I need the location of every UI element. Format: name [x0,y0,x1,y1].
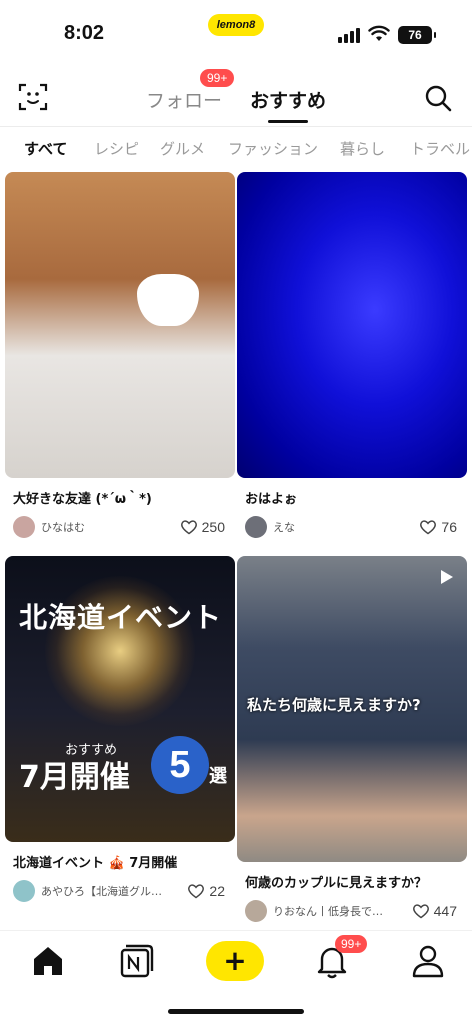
bottom-navigation: + 99+ [0,930,472,1024]
post-image[interactable]: 北海道イベント おすすめ 7月開催 5 選 [5,556,235,842]
category-recipe[interactable]: レシピ [94,138,139,159]
image-overlay-title: 北海道イベント [19,601,223,634]
heart-icon [420,520,437,535]
post-card[interactable]: 北海道イベント おすすめ 7月開催 5 選 北海道イベント 🎪 7月開催 あやひ… [5,556,235,903]
active-tab-indicator [268,120,308,123]
avatar[interactable] [245,900,267,922]
post-card[interactable]: 大好きな友達 (*´ω｀*) ひなはむ 250 [5,172,235,539]
avatar[interactable] [13,880,35,902]
post-author[interactable]: あやひろ【北海道グル… [41,883,187,899]
tab-recommend[interactable]: おすすめ [250,86,326,113]
post-title: 何歳のカップルに見えますか？ [245,876,428,891]
image-overlay-suffix: 選 [209,766,227,787]
tab-follow[interactable]: フォロー [146,86,222,113]
heart-icon [412,904,429,919]
post-title: 大好きな友達 (*´ω｀*) [13,492,152,507]
avatar[interactable] [245,516,267,538]
wifi-icon [368,25,390,41]
category-lifestyle[interactable]: 暮らし [340,138,385,159]
status-bar: 8:02 lemon8 76 [0,0,472,62]
image-overlay-month: 7月開催 [19,760,130,795]
heart-sticker [137,274,199,326]
image-overlay-count: 5 [151,736,209,794]
post-author[interactable]: ひなはむ [41,519,180,535]
app-logo: lemon8 [208,14,264,36]
post-title: 北海道イベント 🎪 7月開催 [13,856,178,871]
header-divider [0,126,472,127]
profile-icon[interactable] [408,941,448,981]
home-icon[interactable] [28,941,68,981]
notification-badge: 99+ [335,935,368,953]
search-icon[interactable] [424,84,452,112]
category-all[interactable]: すべて [24,138,67,159]
home-indicator [168,1009,304,1014]
like-count: 447 [433,903,457,919]
battery-indicator: 76 [398,26,436,44]
post-image[interactable]: 私たち何歳に見えますか? [237,556,467,862]
post-card[interactable]: 私たち何歳に見えますか? 何歳のカップルに見えますか？ りおなん丨低身長で… 4… [237,556,467,923]
post-title: おはよぉ [245,492,298,507]
face-scan-icon[interactable] [18,82,48,112]
heart-icon [180,520,197,535]
create-post-button[interactable]: + [206,941,264,981]
avatar[interactable] [13,516,35,538]
category-gourmet[interactable]: グルメ [160,138,205,159]
like-count: 76 [441,519,457,535]
like-button[interactable]: 250 [180,519,235,535]
post-card[interactable]: おはよぉ えな 76 [237,172,467,539]
status-time: 8:02 [64,22,105,44]
like-button[interactable]: 447 [412,903,467,919]
feed-icon[interactable] [116,941,156,981]
post-image[interactable] [5,172,235,478]
follow-notification-badge: 99+ [200,69,235,87]
like-button[interactable]: 76 [419,519,467,535]
post-author[interactable]: りおなん丨低身長で… [273,903,412,919]
category-bar: すべて レシピ グルメ ファッション 暮らし トラベル [0,136,472,164]
post-author[interactable]: えな [273,519,419,535]
like-count: 22 [209,883,225,899]
category-travel[interactable]: トラベル [410,138,470,159]
image-overlay-caption: 私たち何歳に見えますか? [247,696,421,714]
play-icon [441,570,453,584]
heart-icon [188,884,205,899]
category-fashion[interactable]: ファッション [228,138,318,159]
signal-icon [338,28,360,43]
like-button[interactable]: 22 [187,883,235,899]
like-count: 250 [201,519,225,535]
post-image[interactable] [237,172,467,478]
top-header: フォロー 99+ おすすめ [0,62,472,126]
